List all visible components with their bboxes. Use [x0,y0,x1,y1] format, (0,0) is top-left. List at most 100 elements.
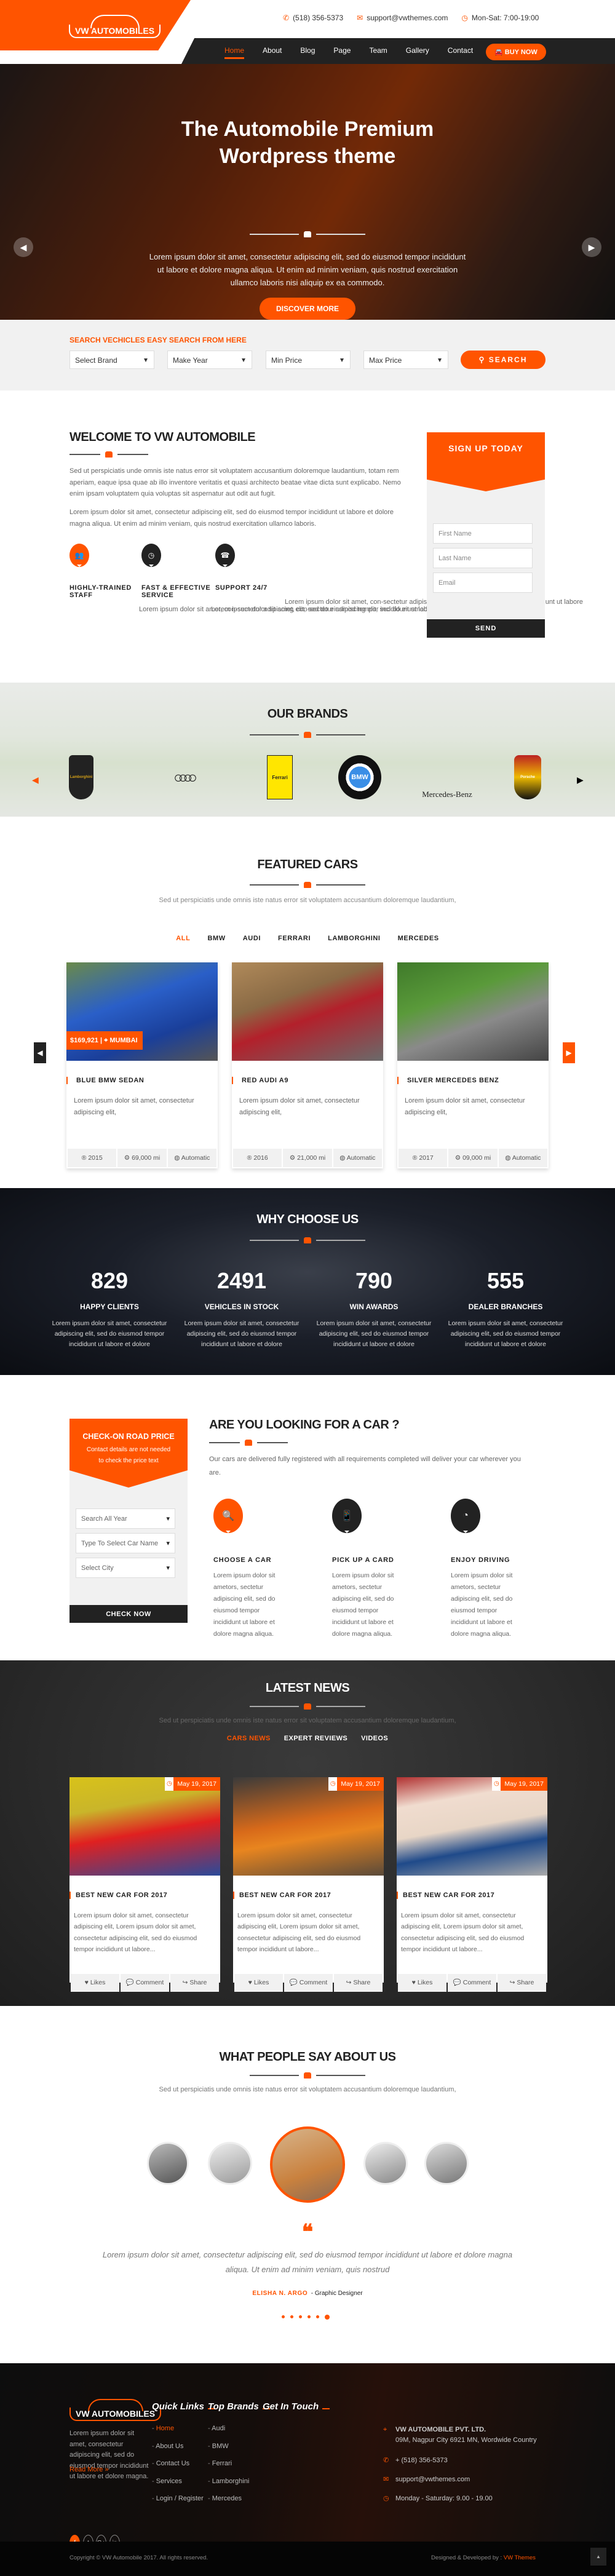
footer-link-home[interactable]: Home [152,2425,204,2443]
pager-dot-active[interactable] [325,2315,330,2320]
comment-button[interactable]: 💬 Comment [448,1974,496,1992]
share-button[interactable]: ↪ Share [334,1974,383,1992]
brand-mercedes-logo[interactable]: Mercedes-Benz [413,755,481,799]
tab-cars-news[interactable]: CARS NEWS [227,1735,271,1742]
tab-mercedes[interactable]: MERCEDES [398,935,439,942]
topbar-email[interactable]: ✉ support@vwthemes.com [357,14,448,22]
footer: VW AUTOMOBILES Lorem ipsum dolor sit ame… [0,2363,615,2542]
nav-contact[interactable]: Contact [448,46,473,59]
select-brand[interactable]: Select Brand [69,351,154,369]
avatar[interactable] [424,2142,469,2185]
news-card[interactable]: ◷ May 19, 2017 BEST NEW CAR FOR 2017 Lore… [69,1777,220,1992]
comment-button[interactable]: 💬 Comment [121,1974,169,1992]
footer-brand-ferrari[interactable]: Ferrari [208,2460,249,2478]
news-card[interactable]: ◷ May 19, 2017 BEST NEW CAR FOR 2017 Lore… [233,1777,384,1992]
select-car-name[interactable]: Type To Select Car Name [76,1533,175,1553]
nav-gallery[interactable]: Gallery [406,46,429,59]
footer-brand-mercedes[interactable]: Mercedes [208,2495,249,2513]
tab-audi[interactable]: AUDI [243,935,261,942]
email-field[interactable]: Email [433,573,533,593]
slider-prev-button[interactable]: ◀ [14,237,33,257]
share-button[interactable]: ↪ Share [498,1974,546,1992]
footer-link-login[interactable]: Login / Register [152,2495,204,2513]
designed-by: Designed & Developed by : VW Themes [431,2554,536,2561]
footer-link-about[interactable]: About Us [152,2443,204,2460]
brand-porsche-logo[interactable]: Porsche [514,755,541,799]
news-title: LATEST NEWS [265,1681,350,1695]
select-min-price[interactable]: Min Price [266,351,351,369]
pager-dot[interactable] [308,2315,311,2318]
comment-button[interactable]: 💬 Comment [284,1974,333,1992]
select-city[interactable]: Select City [76,1558,175,1578]
slider-next-button[interactable]: ▶ [582,237,601,257]
brands-next-button[interactable]: ▶ [577,775,584,785]
avatar[interactable] [208,2142,252,2185]
tab-ferrari[interactable]: FERRARI [278,935,311,942]
brands-title: OUR BRANDS [267,707,348,721]
car-card[interactable]: $169,921 | ⌖ MUMBAI BLUE BMW SEDAN Lorem… [66,962,218,1168]
footer-logo[interactable]: VW AUTOMOBILES [69,2399,162,2421]
check-now-button[interactable]: CHECK NOW [69,1605,188,1623]
car-image [232,962,383,1061]
likes-button[interactable]: ♥ Likes [71,1974,119,1992]
pager-dot[interactable] [290,2315,293,2318]
avatar[interactable] [363,2142,408,2185]
car-icon [304,732,311,738]
back-to-top-button[interactable]: ▲ [590,2548,606,2566]
tab-videos[interactable]: VIDEOS [361,1735,388,1742]
news-title[interactable]: BEST NEW CAR FOR 2017 [397,1892,547,1899]
welcome-paragraph-2: Lorem ipsum dolor sit amet, consectetur … [69,509,394,528]
brands-prev-button[interactable]: ◀ [32,775,39,785]
car-card[interactable]: SILVER MERCEDES BENZ Lorem ipsum dolor s… [397,962,549,1168]
pager-dot[interactable] [299,2315,302,2318]
post-date: ◷ May 19, 2017 [328,1777,384,1791]
pager-dot[interactable] [282,2315,285,2318]
select-make-year[interactable]: Make Year [167,351,252,369]
select-year[interactable]: Search All Year [76,1508,175,1529]
brand-audi-logo[interactable]: ○○○○ [148,755,218,799]
read-more-link[interactable]: Read More » [69,2466,109,2473]
brand-bmw-logo[interactable]: BMW [338,755,381,799]
top-brands-title: Top Brands [208,2401,270,2412]
select-max-price[interactable]: Max Price [363,351,448,369]
search-button[interactable]: ⚲ SEARCH [461,351,546,369]
footer-brand-bmw[interactable]: BMW [208,2443,249,2460]
footer-email[interactable]: ✉ support@vwthemes.com [383,2475,470,2485]
featured-next-button[interactable]: ▶ [563,1042,575,1063]
car-card[interactable]: RED AUDI A9 Lorem ipsum dolor sit amet, … [232,962,383,1168]
first-name-field[interactable]: First Name [433,523,533,544]
avatar-active[interactable] [270,2126,345,2203]
nav-page[interactable]: Page [333,46,351,59]
brand-lamborghini-logo[interactable]: Lamborghini [69,755,93,799]
tab-lamborghini[interactable]: LAMBORGHINI [328,935,380,942]
clock-icon: ◷ [492,1777,501,1791]
pager-dot[interactable] [316,2315,319,2318]
footer-link-services[interactable]: Services [152,2478,204,2495]
news-title[interactable]: BEST NEW CAR FOR 2017 [69,1892,220,1899]
likes-button[interactable]: ♥ Likes [398,1974,446,1992]
tab-bmw[interactable]: BMW [207,935,225,942]
buy-now-button[interactable]: 🚘 BUY NOW [486,44,546,60]
nav-about[interactable]: About [263,46,282,59]
featured-prev-button[interactable]: ◀ [34,1042,46,1063]
nav-home[interactable]: Home [224,46,245,59]
send-button[interactable]: SEND [427,619,545,638]
share-button[interactable]: ↪ Share [170,1974,219,1992]
avatar[interactable] [147,2142,189,2185]
brand-ferrari-logo[interactable]: Ferrari [267,755,293,799]
nav-team[interactable]: Team [369,46,387,59]
footer-brand-lamborghini[interactable]: Lamborghini [208,2478,250,2495]
tab-expert-reviews[interactable]: EXPERT REVIEWS [284,1735,347,1742]
footer-link-contact[interactable]: Contact Us [152,2460,204,2478]
designer-link[interactable]: VW Themes [504,2554,536,2561]
footer-brand-audi[interactable]: Audi [208,2425,249,2443]
looking-title: ARE YOU LOOKING FOR A CAR ? [209,1418,400,1432]
tab-all[interactable]: ALL [176,935,190,942]
logo[interactable]: VW AUTOMOBILES [69,15,161,38]
news-title[interactable]: BEST NEW CAR FOR 2017 [233,1892,384,1899]
nav-blog[interactable]: Blog [300,46,315,59]
last-name-field[interactable]: Last Name [433,548,533,568]
discover-more-button[interactable]: DISCOVER MORE [260,298,355,320]
news-card[interactable]: ◷ May 19, 2017 BEST NEW CAR FOR 2017 Lore… [397,1777,547,1992]
likes-button[interactable]: ♥ Likes [234,1974,283,1992]
